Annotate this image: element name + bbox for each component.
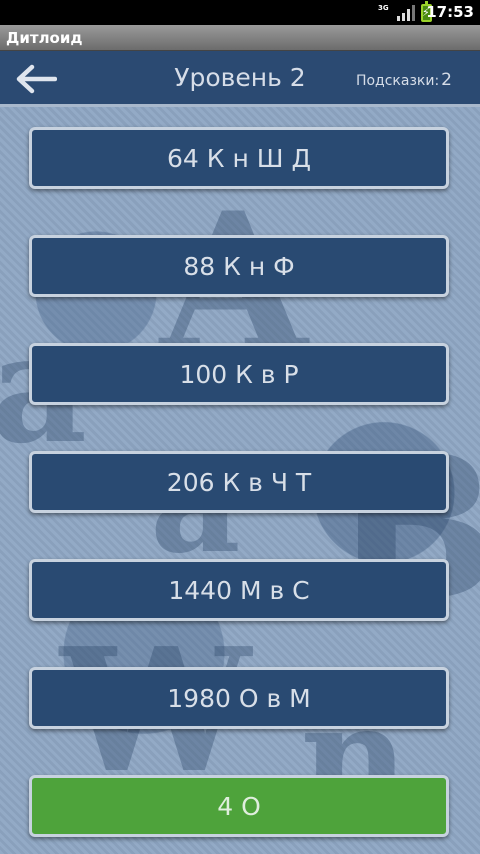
- status-icons: 3G: [377, 1, 432, 23]
- network-type-label: 3G: [378, 4, 389, 12]
- hints-label: Подсказки:: [355, 73, 440, 89]
- puzzle-item[interactable]: 100 К в Р: [29, 343, 449, 405]
- hints-counter[interactable]: Подсказки: 2: [356, 70, 452, 90]
- status-bar: 3G 17:53: [0, 0, 480, 25]
- hints-count: 2: [441, 70, 452, 90]
- app-title: Дитлоид: [0, 25, 480, 51]
- level-screen: a A B W a n Уровень 2 Подсказки:2 64 К н…: [0, 51, 480, 854]
- level-header: Уровень 2 Подсказки: 2: [0, 51, 480, 107]
- puzzle-item[interactable]: 1440 М в С: [29, 559, 449, 621]
- puzzle-item[interactable]: 64 К н Ш Д: [29, 127, 449, 189]
- puzzle-item[interactable]: 206 К в Ч Т: [29, 451, 449, 513]
- clock: 17:53: [426, 3, 474, 21]
- network-type-icon: 3G: [377, 4, 391, 22]
- puzzle-item-solved[interactable]: 4 О: [29, 775, 449, 837]
- signal-strength-icon: [397, 5, 415, 21]
- puzzle-item[interactable]: 1980 О в М: [29, 667, 449, 729]
- puzzle-item[interactable]: 88 К н Ф: [29, 235, 449, 297]
